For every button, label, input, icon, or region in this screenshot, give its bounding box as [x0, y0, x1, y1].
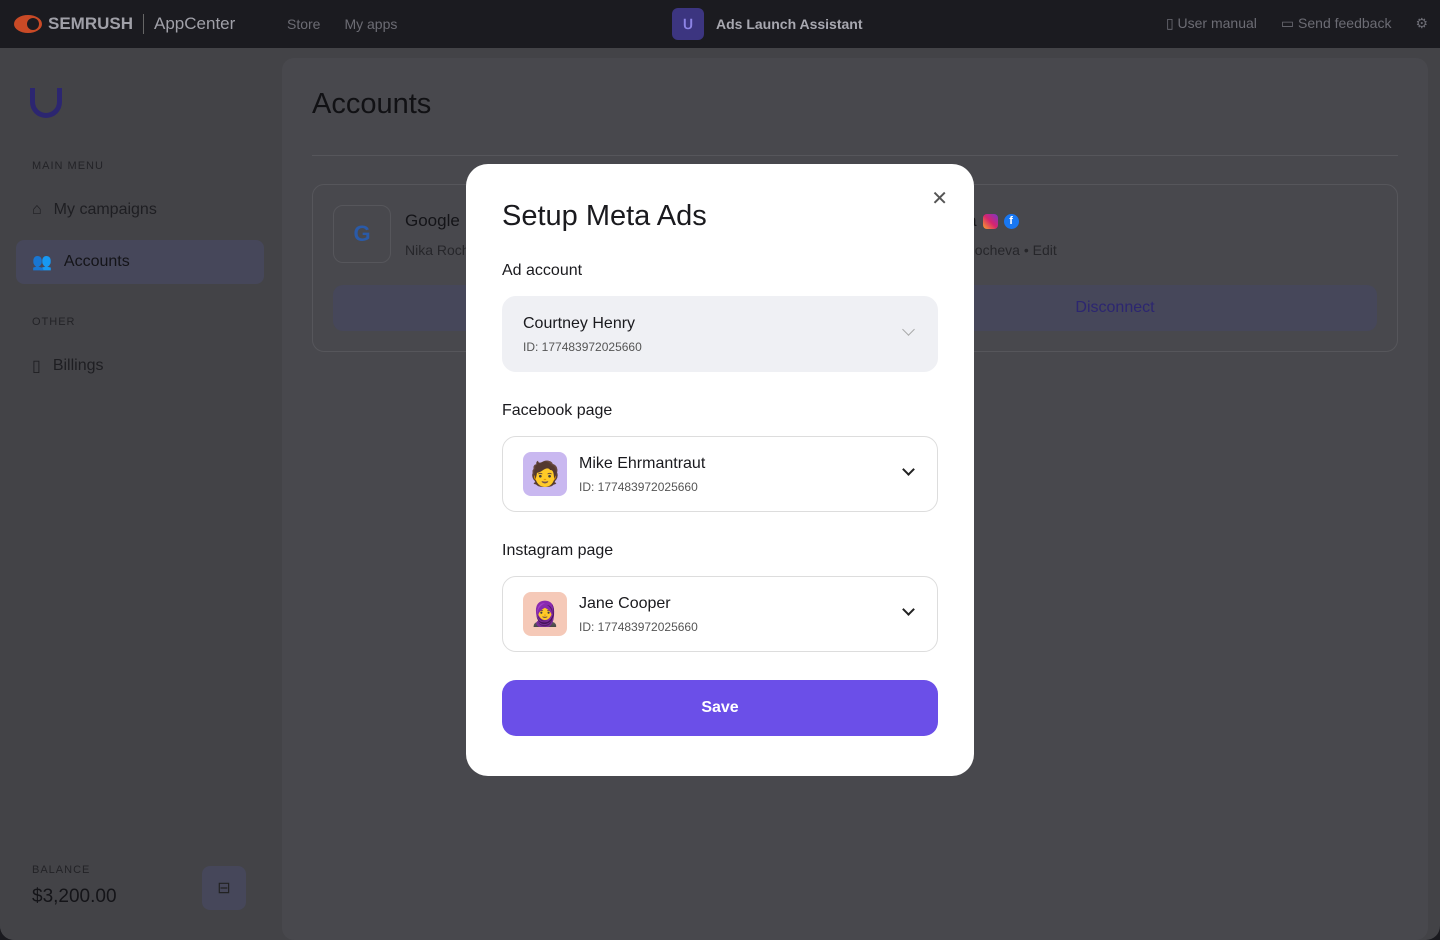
modal-title: Setup Meta Ads [502, 200, 707, 232]
google-user: Nika Roch [405, 242, 470, 258]
instagram-icon [982, 213, 998, 229]
sidebar-item-my-campaigns[interactable]: ⌂ My campaigns [16, 188, 264, 232]
send-feedback-label: Send feedback [1298, 15, 1392, 31]
settings-icon[interactable]: ⚙ [1415, 15, 1428, 32]
sidebar-item-accounts[interactable]: 👥 Accounts [16, 240, 264, 284]
chevron-down-icon [902, 463, 915, 476]
instagram-page-select[interactable]: 🧕 Jane Cooper ID: 177483972025660 [502, 576, 938, 652]
edit-link[interactable]: Edit [1033, 242, 1057, 258]
chevron-down-icon [902, 603, 915, 616]
balance-label: BALANCE [32, 864, 91, 876]
avatar: 🧕 [523, 592, 567, 636]
instagram-page-id: ID: 177483972025660 [579, 619, 698, 634]
sidebar-item-label: My campaigns [53, 201, 157, 218]
appcenter-text: AppCenter [154, 14, 236, 33]
close-icon[interactable]: ✕ [931, 186, 948, 211]
document-icon: ▯ [32, 358, 41, 375]
send-feedback-link[interactable]: ▭ Send feedback [1281, 15, 1392, 32]
ad-account-label: Ad account [502, 262, 583, 279]
setup-meta-ads-modal: ✕ Setup Meta Ads Ad account Courtney Hen… [466, 164, 974, 776]
instagram-page-label: Instagram page [502, 542, 614, 559]
google-name: Google [405, 211, 460, 230]
page-title: Accounts [312, 88, 432, 120]
sidebar-item-label: Billings [52, 357, 104, 374]
nav-store[interactable]: Store [287, 16, 320, 32]
instagram-page-name: Jane Cooper [579, 594, 671, 612]
users-icon: 👥 [32, 254, 52, 271]
home-icon: ⌂ [32, 201, 42, 218]
divider [312, 155, 1398, 156]
other-heading: OTHER [32, 316, 76, 328]
chevron-down-icon [902, 323, 915, 336]
sidebar: MAIN MENU ⌂ My campaigns 👥 Accounts OTHER … [0, 48, 280, 940]
app-name: Ads Launch Assistant [716, 16, 863, 32]
main-menu-heading: MAIN MENU [32, 160, 104, 172]
avatar: 🧑 [523, 452, 567, 496]
app-icon: ᑌ [672, 8, 704, 40]
sidebar-item-billings[interactable]: ▯ Billings [16, 344, 264, 388]
facebook-icon: f [1003, 213, 1019, 229]
facebook-page-select[interactable]: 🧑 Mike Ehrmantraut ID: 177483972025660 [502, 436, 938, 512]
app-logo-icon [30, 88, 62, 118]
card-plus-icon: ⊟ [217, 880, 231, 897]
ad-account-name: Courtney Henry [523, 314, 636, 332]
ad-account-id: ID: 177483972025660 [523, 339, 642, 354]
save-button[interactable]: Save [502, 680, 938, 736]
add-funds-button[interactable]: ⊟ [202, 866, 246, 910]
facebook-page-label: Facebook page [502, 402, 613, 419]
semrush-flame-icon [14, 15, 42, 33]
ad-account-select[interactable]: Courtney Henry ID: 177483972025660 [502, 296, 938, 372]
top-bar: SEMRUSH AppCenter Store My apps ᑌ Ads Launc… [0, 0, 1440, 48]
semrush-logo[interactable]: SEMRUSH AppCenter [14, 14, 235, 34]
brand-text: SEMRUSH [48, 14, 134, 33]
balance-value: $3,200.00 [32, 886, 117, 907]
facebook-page-id: ID: 177483972025660 [579, 479, 698, 494]
facebook-page-name: Mike Ehrmantraut [579, 454, 706, 472]
sidebar-item-label: Accounts [63, 253, 130, 270]
nav-my-apps[interactable]: My apps [344, 16, 397, 32]
user-manual-link[interactable]: ▯ User manual [1166, 15, 1257, 32]
user-manual-label: User manual [1177, 15, 1257, 31]
google-icon: G [333, 205, 391, 263]
